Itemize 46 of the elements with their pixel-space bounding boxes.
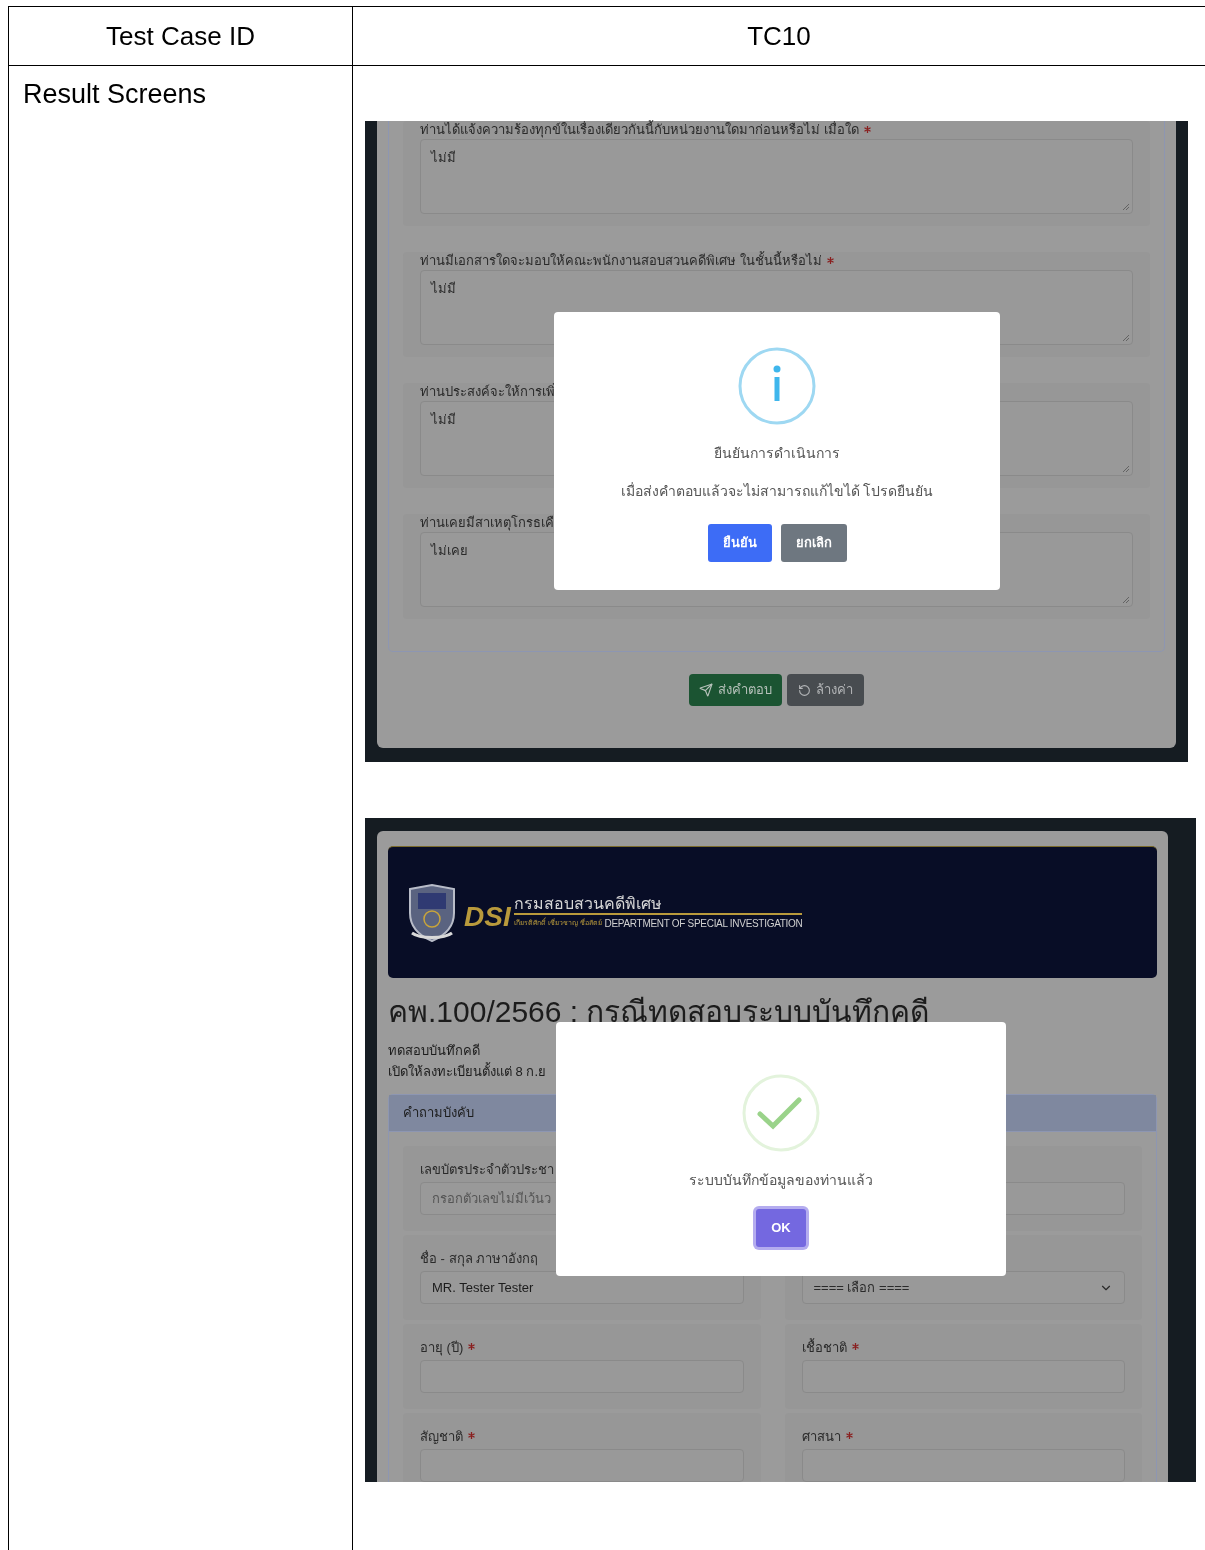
field-label: เลขบัตรประจำตัวประชา — [420, 1162, 554, 1178]
case-subtitle: ทดสอบบันทึกคดี — [388, 1042, 481, 1060]
cancel-button[interactable]: ยกเลิก — [780, 524, 847, 562]
reset-icon — [798, 683, 811, 697]
dialog-message: เมื่อส่งคำตอบแล้วจะไม่สามารถแก้ไขได้ โปรดยืนยัน — [620, 481, 934, 501]
case-subtitle: เปิดให้ลงทะเบียนตั้งแต่ 8 ก.ย — [388, 1061, 548, 1081]
input-field[interactable] — [420, 1449, 744, 1482]
answer-text: ไม่มี — [431, 150, 456, 165]
resize-handle-icon[interactable] — [1122, 334, 1130, 342]
answer-text: ไม่มี — [431, 412, 456, 427]
ok-button[interactable]: OK — [756, 1209, 806, 1247]
resize-handle-icon[interactable] — [1122, 203, 1130, 211]
question-label: ท่านประสงค์จะให้การเพิ่ — [420, 385, 555, 399]
info-icon — [738, 347, 816, 425]
answer-text: ไม่เคย — [431, 543, 468, 558]
reset-button[interactable]: ล้างค่า — [787, 674, 864, 706]
dialog-message: ระบบบันทึกข้อมูลของท่านแล้ว — [689, 1171, 873, 1191]
section-label: Result Screens — [23, 79, 207, 109]
resize-handle-icon[interactable] — [1122, 596, 1130, 604]
input-value: MR. Tester Tester — [432, 1278, 534, 1297]
field-label: อายุ (ปี) — [420, 1340, 464, 1356]
answer-textarea[interactable]: ไม่มี — [420, 139, 1133, 214]
header-value: TC10 — [747, 19, 811, 53]
emblem-shield-icon — [406, 882, 458, 943]
resize-handle-icon[interactable] — [1122, 465, 1130, 473]
header-label: Test Case ID — [106, 19, 255, 53]
field-label: ชื่อ - สกุล ภาษาอังกฤ — [420, 1251, 539, 1267]
input-field[interactable] — [801, 1449, 1125, 1482]
send-icon — [699, 683, 713, 697]
question-label: ท่านเคยมีสาเหตุโกรธเคื — [420, 516, 554, 530]
input-placeholder: กรอกตัวเลขไม่มีเว้นว — [432, 1189, 551, 1208]
input-field[interactable]: MR. Tester Tester — [420, 1271, 744, 1304]
confirm-button[interactable]: ยืนยัน — [707, 524, 772, 562]
answer-text: ไม่มี — [431, 281, 456, 296]
logo-thai-name: กรมสอบสวนคดีพิเศษ — [513, 894, 803, 915]
logo-abbr: DSI — [464, 902, 511, 931]
submit-button[interactable]: ส่งคำตอบ — [689, 674, 782, 706]
dialog-title: ยืนยันการดำเนินการ — [714, 444, 840, 463]
field-label: สัญชาติ — [420, 1429, 463, 1445]
field-label: ศาสนา — [801, 1429, 841, 1445]
field-label: เชื้อชาติ — [801, 1340, 847, 1356]
check-circle-icon — [742, 1074, 820, 1152]
logo-english-name: DEPARTMENT OF SPECIAL INVESTIGATION — [604, 916, 803, 931]
case-title: คพ.100/2566 : กรณีทดสอบระบบบันทึกคดี — [388, 994, 931, 1030]
panel-title: คำถามบังคับ — [403, 1104, 474, 1123]
select-value: ==== เลือก ==== — [813, 1278, 910, 1297]
